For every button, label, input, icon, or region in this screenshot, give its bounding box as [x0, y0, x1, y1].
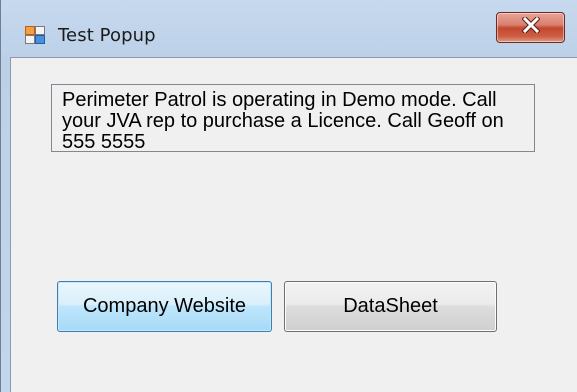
close-icon: [520, 15, 541, 38]
company-website-button[interactable]: Company Website: [57, 281, 272, 332]
demo-mode-message: Perimeter Patrol is operating in Demo mo…: [51, 84, 535, 153]
datasheet-button[interactable]: DataSheet: [284, 281, 497, 332]
window-title: Test Popup: [58, 25, 156, 46]
popup-window: Test Popup Perimeter Patrol is operating…: [0, 0, 577, 392]
form-window-icon: [25, 26, 45, 44]
window-client-area: Perimeter Patrol is operating in Demo mo…: [10, 57, 577, 392]
close-button[interactable]: [496, 12, 565, 43]
title-bar[interactable]: Test Popup: [1, 0, 577, 56]
